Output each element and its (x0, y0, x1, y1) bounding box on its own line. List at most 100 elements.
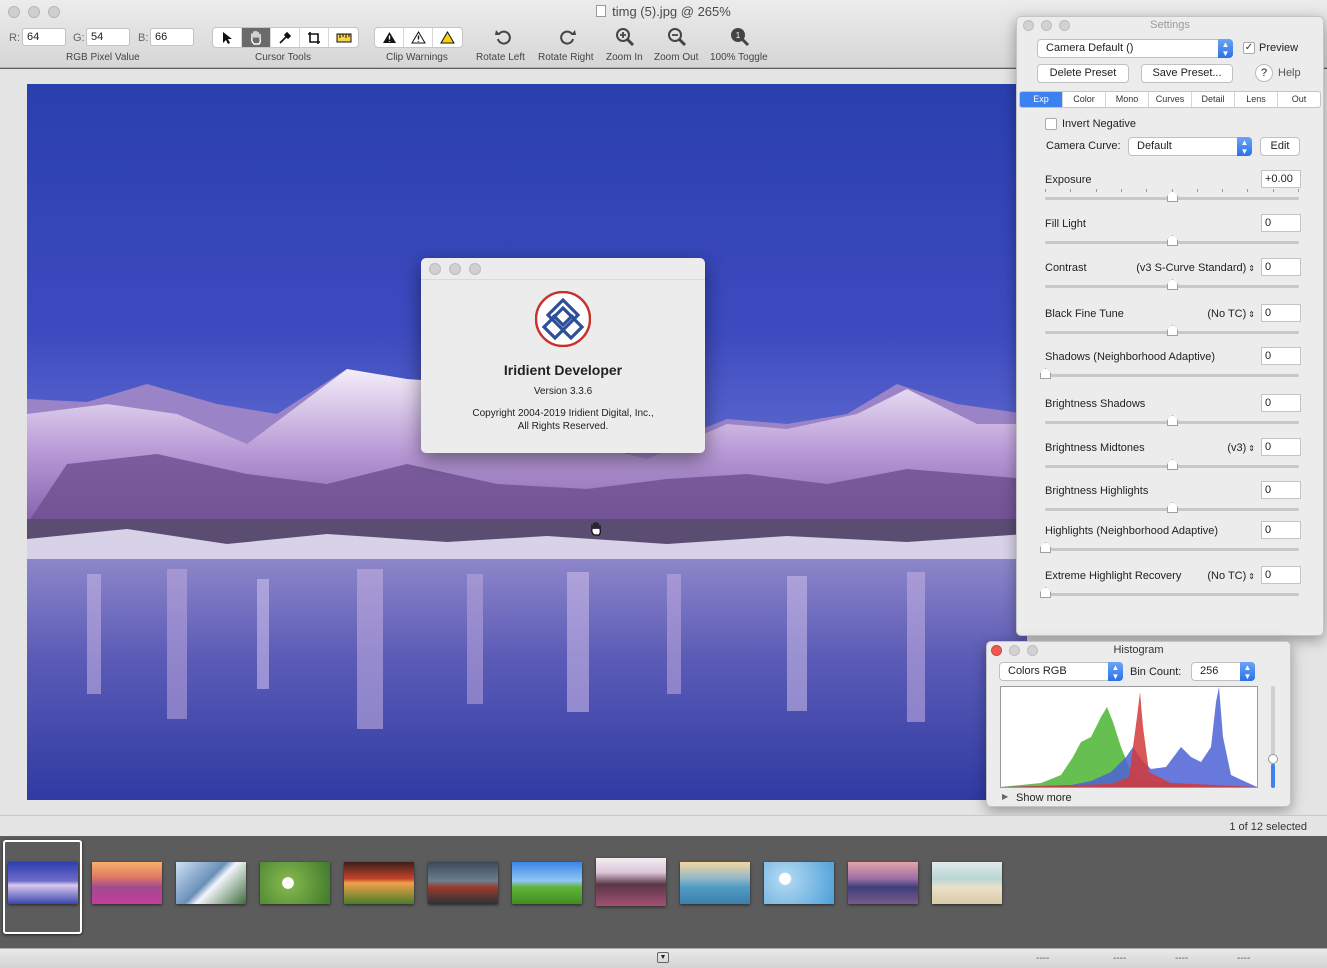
slider-mode-popup[interactable]: (No TC) ⇕ (1207, 308, 1255, 320)
thumbnail-11[interactable] (848, 862, 918, 904)
thumbnail-7[interactable] (512, 862, 582, 904)
slider-value-field[interactable]: +0.00 (1261, 170, 1301, 188)
slider-value-field[interactable]: 0 (1261, 304, 1301, 322)
zoom-in-icon[interactable] (613, 26, 637, 48)
r-value-field[interactable]: 64 (22, 28, 66, 46)
delete-preset-button[interactable]: Delete Preset (1037, 64, 1129, 83)
slider-value-field[interactable]: 0 (1261, 347, 1301, 365)
thumbnail-8[interactable] (596, 858, 666, 906)
zoom-in-button[interactable]: Zoom In (606, 52, 643, 63)
g-value-field[interactable]: 54 (86, 28, 130, 46)
save-preset-button[interactable]: Save Preset... (1141, 64, 1233, 83)
rotate-right-button[interactable]: Rotate Right (538, 52, 594, 63)
show-more-label[interactable]: Show more (1016, 792, 1072, 804)
slider-value-field[interactable]: 0 (1261, 566, 1301, 584)
toggle-100-icon[interactable]: 1 (728, 26, 752, 48)
zoom-out-button[interactable]: Zoom Out (654, 52, 698, 63)
crop-icon[interactable] (300, 28, 329, 47)
rotate-right-icon[interactable] (556, 26, 580, 48)
thumbnail-6[interactable] (428, 862, 498, 904)
slider-tick (1095, 189, 1097, 192)
slider-track[interactable] (1045, 548, 1299, 551)
tab-exp[interactable]: Exp (1020, 92, 1063, 107)
preset-popup[interactable]: Camera Default () ▲ ▼ (1037, 39, 1233, 58)
slider-value-field[interactable]: 0 (1261, 521, 1301, 539)
tab-color[interactable]: Color (1063, 92, 1106, 107)
bin-count-popup[interactable]: 256 ▲ ▼ (1191, 662, 1255, 681)
slider-knob[interactable] (1167, 191, 1178, 202)
thumbnail-9[interactable] (680, 862, 750, 904)
hand-icon[interactable] (242, 28, 271, 47)
tab-out[interactable]: Out (1278, 92, 1320, 107)
slider-knob[interactable] (1167, 502, 1178, 513)
histogram-close-button[interactable] (991, 645, 1002, 656)
thumbnail-3[interactable] (176, 862, 246, 904)
tab-detail[interactable]: Detail (1192, 92, 1235, 107)
warning-black-icon[interactable] (375, 28, 404, 47)
settings-zoom-button[interactable] (1059, 20, 1070, 31)
help-icon[interactable]: ? (1255, 64, 1273, 82)
rotate-left-icon[interactable] (491, 26, 515, 48)
settings-close-button[interactable] (1023, 20, 1034, 31)
b-value-field[interactable]: 66 (150, 28, 194, 46)
rotate-left-button[interactable]: Rotate Left (476, 52, 525, 63)
arrow-icon[interactable] (213, 28, 242, 47)
zoom-out-icon[interactable] (665, 26, 689, 48)
warning-outline-icon[interactable] (404, 28, 433, 47)
tab-curves[interactable]: Curves (1149, 92, 1192, 107)
thumbnail-12[interactable] (932, 862, 1002, 904)
histogram-scale-knob[interactable] (1268, 754, 1278, 764)
selection-count: 1 of 12 selected (1229, 821, 1307, 833)
warning-yellow-icon[interactable] (433, 28, 462, 47)
invert-negative-checkbox[interactable] (1045, 118, 1057, 130)
slider-value-field[interactable]: 0 (1261, 481, 1301, 499)
slider-mode-popup[interactable]: (v3 S-Curve Standard) ⇕ (1136, 262, 1255, 274)
slider-label: Extreme Highlight Recovery (1045, 570, 1182, 582)
about-version: Version 3.3.6 (533, 386, 593, 397)
about-close-button[interactable] (429, 263, 441, 275)
about-minimize-button[interactable] (449, 263, 461, 275)
about-app-name: Iridient Developer (503, 362, 623, 378)
tab-lens[interactable]: Lens (1235, 92, 1278, 107)
thumbnail-10[interactable] (764, 862, 834, 904)
thumbnail-2[interactable] (92, 862, 162, 904)
filmstrip-menu-icon[interactable]: ▼ (657, 952, 669, 963)
about-zoom-button[interactable] (469, 263, 481, 275)
histogram-minimize-button[interactable] (1009, 645, 1020, 656)
tab-mono[interactable]: Mono (1106, 92, 1149, 107)
histogram-zoom-button[interactable] (1027, 645, 1038, 656)
slider-knob[interactable] (1167, 459, 1178, 470)
histogram-scale-slider[interactable] (1268, 686, 1278, 788)
slider-track[interactable] (1045, 593, 1299, 596)
slider-knob[interactable] (1167, 415, 1178, 426)
disclosure-triangle-icon[interactable]: ▶ (1002, 792, 1008, 801)
slider-value-field[interactable]: 0 (1261, 394, 1301, 412)
thumbnail-5[interactable] (344, 862, 414, 904)
help-label[interactable]: Help (1278, 67, 1301, 79)
eyedropper-icon[interactable] (271, 28, 300, 47)
slider-knob[interactable] (1167, 235, 1178, 246)
edit-curve-button[interactable]: Edit (1260, 137, 1300, 156)
toggle-100-button[interactable]: 100% Toggle (710, 52, 768, 63)
slider-value-field[interactable]: 0 (1261, 214, 1301, 232)
slider-label: Highlights (Neighborhood Adaptive) (1045, 525, 1219, 537)
slider-knob[interactable] (1040, 587, 1051, 598)
slider-value-field[interactable]: 0 (1261, 258, 1301, 276)
slider-track[interactable] (1045, 374, 1299, 377)
histogram-channel-popup[interactable]: Colors RGB ▲ ▼ (999, 662, 1123, 681)
slider-knob[interactable] (1040, 542, 1051, 553)
slider-knob[interactable] (1040, 368, 1051, 379)
settings-minimize-button[interactable] (1041, 20, 1052, 31)
filmstrip (0, 836, 1327, 948)
slider-value-field[interactable]: 0 (1261, 438, 1301, 456)
slider-mode-popup[interactable]: (v3) ⇕ (1227, 442, 1255, 454)
ruler-icon[interactable] (329, 28, 358, 47)
slider-mode-popup[interactable]: (No TC) ⇕ (1207, 570, 1255, 582)
camera-curve-popup[interactable]: Default ▲ ▼ (1128, 137, 1252, 156)
slider-knob[interactable] (1167, 325, 1178, 336)
preview-checkbox[interactable]: ✓ (1243, 42, 1255, 54)
status-field-1: ---- (1036, 953, 1050, 964)
thumbnail-4[interactable] (260, 862, 330, 904)
thumbnail-1[interactable] (8, 862, 78, 904)
slider-knob[interactable] (1167, 279, 1178, 290)
